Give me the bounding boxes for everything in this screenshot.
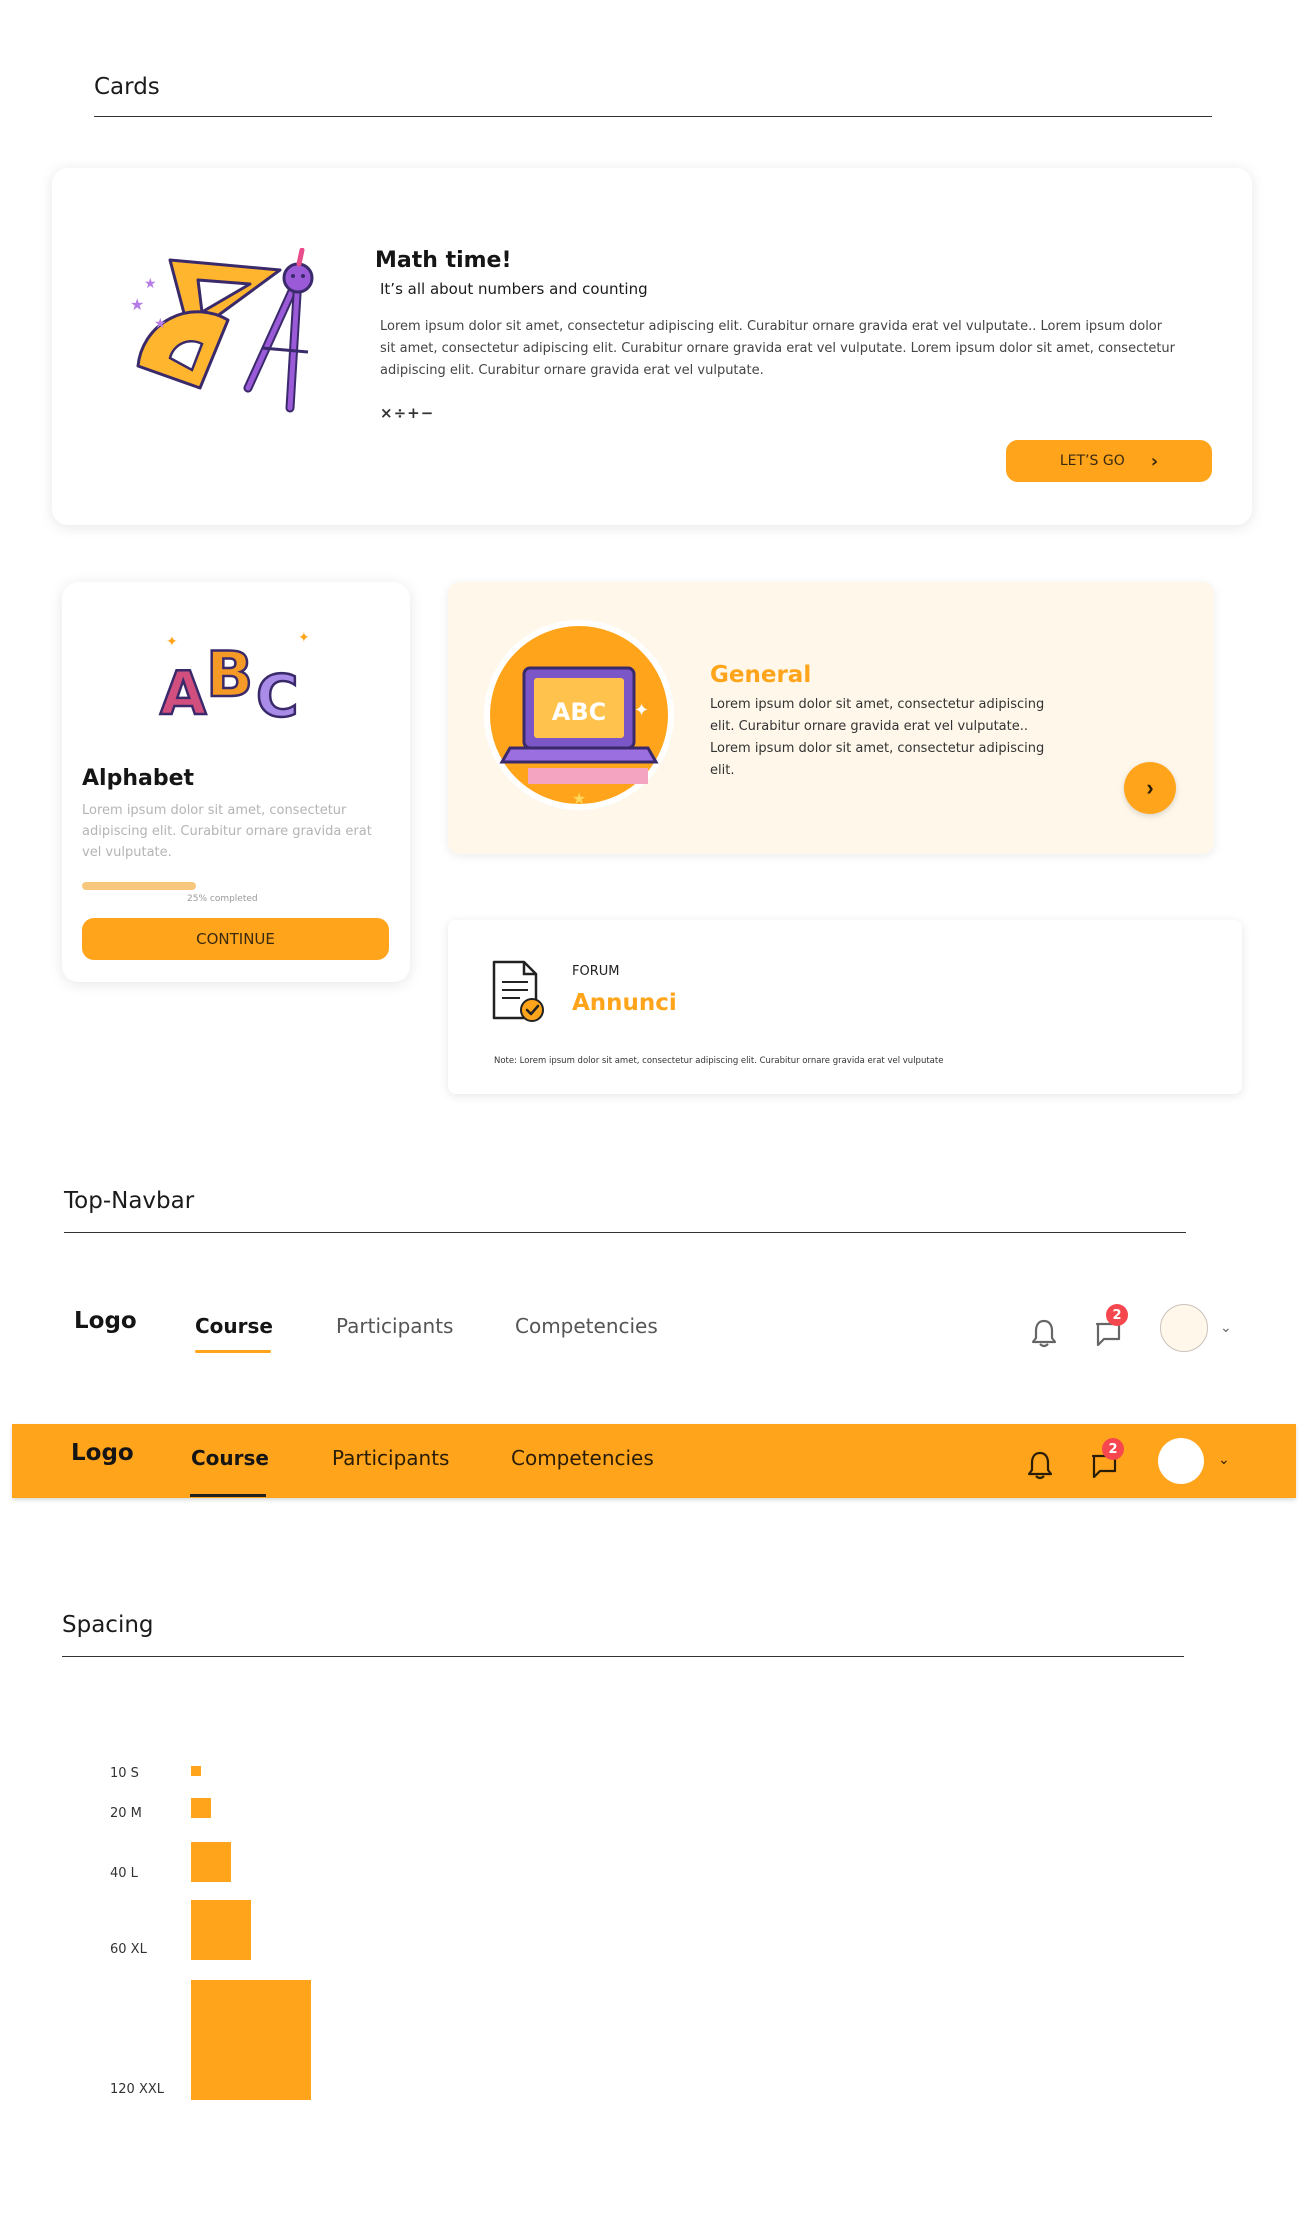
svg-text:★: ★: [154, 316, 167, 332]
message-badge: 2: [1106, 1304, 1128, 1326]
progress-label: 25% completed: [187, 894, 258, 904]
progress-fill: [82, 882, 196, 890]
svg-text:A: A: [160, 659, 207, 726]
svg-text:✦: ✦: [298, 630, 310, 646]
document-check-icon: [492, 960, 544, 1022]
message-badge: 2: [1102, 1438, 1124, 1460]
svg-text:★: ★: [572, 789, 586, 808]
spacing-label-m: 20 M: [110, 1806, 142, 1821]
svg-text:✦: ✦: [634, 700, 649, 721]
alphabet-card: A B C ✦ ✦ Alphabet Lorem ipsum dolor sit…: [62, 582, 410, 982]
chevron-down-icon[interactable]: ⌄: [1218, 1452, 1230, 1468]
math-symbols: ×÷+−: [380, 404, 435, 422]
spacing-swatch-l: [191, 1842, 231, 1882]
math-card-title: Math time!: [375, 248, 512, 273]
section-title-spacing: Spacing: [62, 1612, 154, 1638]
svg-text:C: C: [256, 662, 299, 726]
navbar-orange: Logo Course Participants Competencies 2 …: [12, 1424, 1296, 1498]
section-divider: [64, 1232, 1186, 1233]
section-title-cards: Cards: [94, 74, 160, 100]
spacing-swatch-xxl: [191, 1980, 311, 2100]
alphabet-title: Alphabet: [82, 766, 195, 791]
forum-label: FORUM: [572, 964, 620, 979]
continue-button[interactable]: CONTINUE: [82, 918, 389, 960]
active-underline: [190, 1494, 266, 1497]
general-body: Lorem ipsum dolor sit amet, consectetur …: [710, 697, 1045, 778]
nav-link-competencies[interactable]: Competencies: [515, 1314, 658, 1338]
avatar[interactable]: [1158, 1438, 1204, 1484]
spacing-swatch-s: [191, 1766, 201, 1776]
forum-card: FORUM Annunci Note: Lorem ipsum dolor si…: [448, 920, 1242, 1094]
lets-go-button[interactable]: LET’S GO ›: [1006, 440, 1212, 482]
progress-bar: [82, 882, 196, 890]
spacing-swatch-m: [191, 1798, 211, 1818]
general-next-button[interactable]: ›: [1124, 762, 1176, 814]
bell-icon[interactable]: [1030, 1318, 1058, 1348]
active-underline: [195, 1350, 271, 1353]
svg-text:B: B: [206, 638, 253, 711]
section-title-navbar: Top-Navbar: [64, 1188, 195, 1214]
general-title: General: [710, 662, 812, 688]
spacing-swatch-xl: [191, 1900, 251, 1960]
section-divider: [94, 116, 1212, 117]
section-divider: [62, 1656, 1184, 1657]
bell-icon[interactable]: [1026, 1450, 1054, 1480]
svg-text:ABC: ABC: [552, 698, 606, 726]
abc-letters-illustration: A B C ✦ ✦: [159, 630, 310, 726]
chevron-right-icon: ›: [1146, 775, 1154, 800]
alphabet-body: Lorem ipsum dolor sit amet, consectetur …: [82, 803, 372, 860]
spacing-label-xl: 60 XL: [110, 1942, 147, 1957]
nav-link-course[interactable]: Course: [191, 1446, 269, 1470]
nav-link-participants[interactable]: Participants: [336, 1314, 453, 1338]
logo[interactable]: Logo: [74, 1308, 137, 1334]
svg-text:✦: ✦: [166, 634, 178, 650]
math-card: ★ ★ ★ Math time! It’s all about numbers …: [52, 168, 1252, 525]
spacing-label-s: 10 S: [110, 1766, 139, 1781]
geometry-tools-illustration: ★ ★ ★: [130, 248, 314, 413]
navbar-light: Logo Course Participants Competencies 2 …: [40, 1290, 1264, 1370]
math-card-subtitle: It’s all about numbers and counting: [380, 280, 648, 298]
chevron-right-icon: ›: [1150, 450, 1159, 472]
laptop-abc-illustration: ABC ✦ ★: [484, 620, 674, 810]
forum-title: Annunci: [572, 990, 677, 1016]
svg-text:★: ★: [144, 276, 157, 292]
nav-link-course[interactable]: Course: [195, 1314, 273, 1338]
math-card-body: Lorem ipsum dolor sit amet, consectetur …: [380, 319, 1176, 378]
avatar[interactable]: [1160, 1304, 1208, 1352]
forum-note: Note: Lorem ipsum dolor sit amet, consec…: [494, 1056, 944, 1066]
chevron-down-icon[interactable]: ⌄: [1220, 1320, 1232, 1336]
spacing-label-l: 40 L: [110, 1866, 138, 1881]
nav-link-competencies[interactable]: Competencies: [511, 1446, 654, 1470]
general-card: ABC ✦ ★ General Lorem ipsum dolor sit am…: [448, 582, 1214, 854]
lets-go-label: LET’S GO: [1059, 453, 1125, 469]
logo[interactable]: Logo: [71, 1440, 134, 1466]
svg-text:★: ★: [130, 295, 144, 314]
spacing-label-xxl: 120 XXL: [110, 2082, 164, 2097]
nav-link-participants[interactable]: Participants: [332, 1446, 449, 1470]
